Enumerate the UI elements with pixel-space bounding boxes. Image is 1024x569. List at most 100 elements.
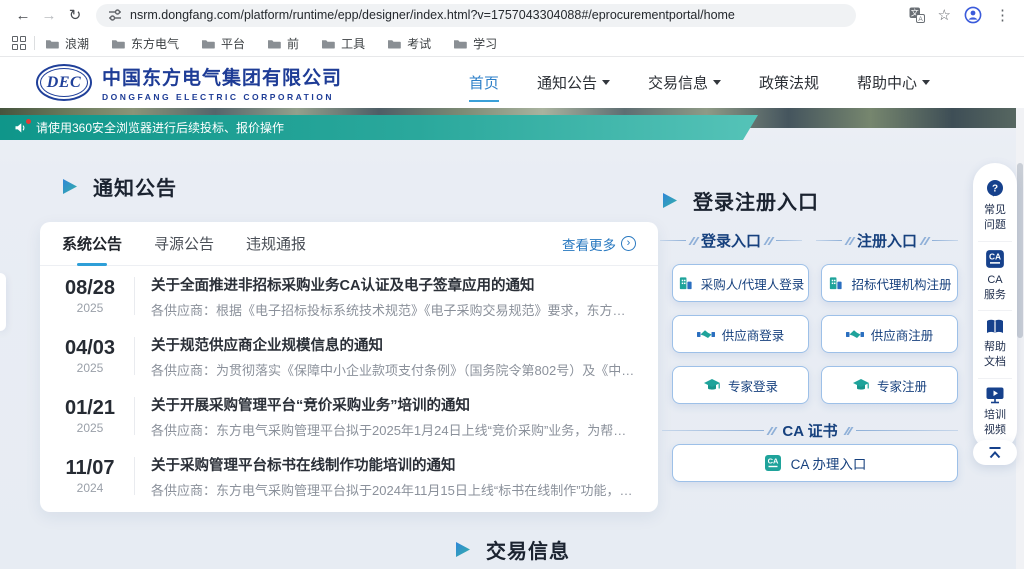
nav-announcements[interactable]: 通知公告 [537, 72, 610, 93]
nav-policies[interactable]: 政策法规 [759, 72, 819, 93]
floating-sidebar: ? 常见问题 CA CA服务 帮助文档 [973, 163, 1017, 451]
graduation-cap-icon [703, 378, 721, 392]
reload-icon[interactable]: ↻ [62, 3, 88, 27]
entry-subheaders: 登录入口 注册入口 [660, 230, 958, 251]
list-item[interactable]: 04/03 2025 关于规范供应商企业规模信息的通知 各供应商：为贯彻落实《保… [40, 326, 658, 386]
section-arrow-icon [455, 541, 472, 558]
sidebar-item-help-docs[interactable]: 帮助文档 [978, 310, 1011, 378]
bookmark-gongju[interactable]: 工具 [321, 35, 365, 52]
subheader-label: CA 证书 [782, 420, 837, 441]
section-title: 登录注册入口 [693, 186, 819, 215]
expert-register-button[interactable]: 专家注册 [821, 366, 958, 404]
date-year: 2024 [62, 481, 118, 495]
folder-icon [45, 38, 59, 49]
subheader-label: 登录入口 [701, 230, 761, 251]
svg-text:A: A [918, 16, 923, 23]
bidding-agency-register-button[interactable]: 招标代理机构注册 [821, 264, 958, 302]
view-more-link[interactable]: 查看更多 › [562, 234, 636, 254]
item-date: 08/28 2025 [62, 277, 118, 315]
profile-avatar-icon[interactable] [964, 6, 982, 24]
item-title[interactable]: 关于全面推进非招标采购业务CA认证及电子签章应用的通知 [151, 274, 636, 295]
divider [134, 337, 135, 375]
date-year: 2025 [62, 361, 118, 375]
bookmark-dongfang[interactable]: 东方电气 [111, 35, 179, 52]
bookmark-qian[interactable]: 前 [267, 35, 299, 52]
browser-menu-icon[interactable]: ⋮ [995, 8, 1010, 23]
hero-banner: 请使用360安全浏览器进行后续投标、报价操作 [0, 108, 1024, 140]
back-to-top-button[interactable] [973, 440, 1017, 465]
question-bubble-icon: ? [985, 179, 1005, 199]
ca-badge-icon: CA [985, 249, 1005, 269]
url-text[interactable]: nsrm.dongfang.com/platform/runtime/epp/d… [130, 8, 735, 22]
sidebar-item-label: CA服务 [983, 273, 1007, 303]
item-title[interactable]: 关于开展采购管理平台“竞价采购业务”培训的通知 [151, 394, 636, 415]
folder-icon [387, 38, 401, 49]
chevron-down-icon [713, 80, 721, 85]
purchaser-agent-login-button[interactable]: 采购人/代理人登录 [672, 264, 809, 302]
item-summary: 各供应商：东方电气采购管理平台拟于2024年11月15日上线“标书在线制作”功能… [151, 480, 636, 499]
button-label: 招标代理机构注册 [851, 274, 951, 293]
apps-grid-icon[interactable] [12, 36, 26, 50]
company-name-cn: 中国东方电气集团有限公司 [102, 63, 342, 90]
graduation-cap-icon [852, 378, 870, 392]
button-label: 专家注册 [877, 376, 927, 395]
tab-system-announcements[interactable]: 系统公告 [62, 233, 122, 254]
section-arrow-icon [662, 192, 679, 209]
section-arrow-icon [62, 178, 79, 195]
nav-trade-info[interactable]: 交易信息 [648, 72, 721, 93]
sidebar-item-training-videos[interactable]: 培训视频 [978, 378, 1011, 446]
handshake-icon [697, 327, 715, 341]
item-date: 11/07 2024 [62, 457, 118, 495]
nav-label: 政策法规 [759, 72, 819, 93]
dec-logo: DEC [36, 64, 92, 101]
date-year: 2025 [62, 301, 118, 315]
bookmark-kaoshi[interactable]: 考试 [387, 35, 431, 52]
tab-violation-reports[interactable]: 违规通报 [246, 233, 306, 254]
divider [134, 457, 135, 495]
list-item[interactable]: 08/28 2025 关于全面推进非招标采购业务CA认证及电子签章应用的通知 各… [40, 266, 658, 326]
item-summary: 各供应商：东方电气采购管理平台拟于2025年1月24日上线“竞价采购”业务，为帮… [151, 420, 636, 439]
date-year: 2025 [62, 421, 118, 435]
login-entry-header: 登录入口 [660, 230, 802, 251]
item-title[interactable]: 关于采购管理平台标书在线制作功能培训的通知 [151, 454, 636, 475]
list-item[interactable]: 11/07 2024 关于采购管理平台标书在线制作功能培训的通知 各供应商：东方… [40, 446, 658, 506]
date-monthday: 11/07 [62, 457, 118, 480]
divider [34, 36, 35, 50]
button-label: 供应商登录 [722, 325, 785, 344]
bookmark-xuexi[interactable]: 学习 [453, 35, 497, 52]
bookmark-langchao[interactable]: 浪潮 [45, 35, 89, 52]
notice-text: 请使用360安全浏览器进行后续投标、报价操作 [36, 119, 284, 136]
register-entry-header: 注册入口 [816, 230, 958, 251]
supplier-login-button[interactable]: 供应商登录 [672, 315, 809, 353]
announcements-card: 系统公告 寻源公告 违规通报 查看更多 › 08/28 2025 关于全面推进非… [40, 222, 658, 512]
nav-help-center[interactable]: 帮助中心 [857, 72, 930, 93]
sidebar-item-faq[interactable]: ? 常见问题 [978, 172, 1011, 241]
org-building-icon [827, 276, 844, 291]
scrollbar-thumb[interactable] [1017, 163, 1023, 338]
expert-login-button[interactable]: 专家登录 [672, 366, 809, 404]
item-title[interactable]: 关于规范供应商企业规模信息的通知 [151, 334, 636, 355]
tab-sourcing-announcements[interactable]: 寻源公告 [154, 233, 214, 254]
alert-dot [26, 119, 31, 124]
supplier-register-button[interactable]: 供应商注册 [821, 315, 958, 353]
ca-cert-header: CA 证书 [662, 420, 958, 441]
translate-icon[interactable]: 文 A [909, 7, 925, 23]
bookmark-star-icon[interactable]: ☆ [938, 8, 951, 23]
nav-label: 首页 [469, 72, 499, 93]
nav-home[interactable]: 首页 [469, 72, 499, 93]
announcement-tabs: 系统公告 寻源公告 违规通报 查看更多 › [40, 222, 658, 266]
scrollbar-track [1016, 108, 1024, 569]
back-icon[interactable]: ← [10, 3, 36, 27]
speaker-icon [14, 122, 27, 134]
site-settings-icon[interactable] [108, 8, 122, 22]
book-icon [985, 318, 1005, 336]
forward-icon[interactable]: → [36, 3, 62, 27]
folder-icon [111, 38, 125, 49]
svg-text:CA: CA [767, 457, 778, 466]
url-bar[interactable]: nsrm.dongfang.com/platform/runtime/epp/d… [96, 4, 856, 27]
ca-apply-button[interactable]: CA CA 办理入口 [672, 444, 958, 482]
announcements-section-header: 通知公告 [62, 172, 177, 201]
list-item[interactable]: 01/21 2025 关于开展采购管理平台“竞价采购业务”培训的通知 各供应商：… [40, 386, 658, 446]
bookmark-pingtai[interactable]: 平台 [201, 35, 245, 52]
sidebar-item-ca-service[interactable]: CA CA服务 [978, 241, 1011, 311]
